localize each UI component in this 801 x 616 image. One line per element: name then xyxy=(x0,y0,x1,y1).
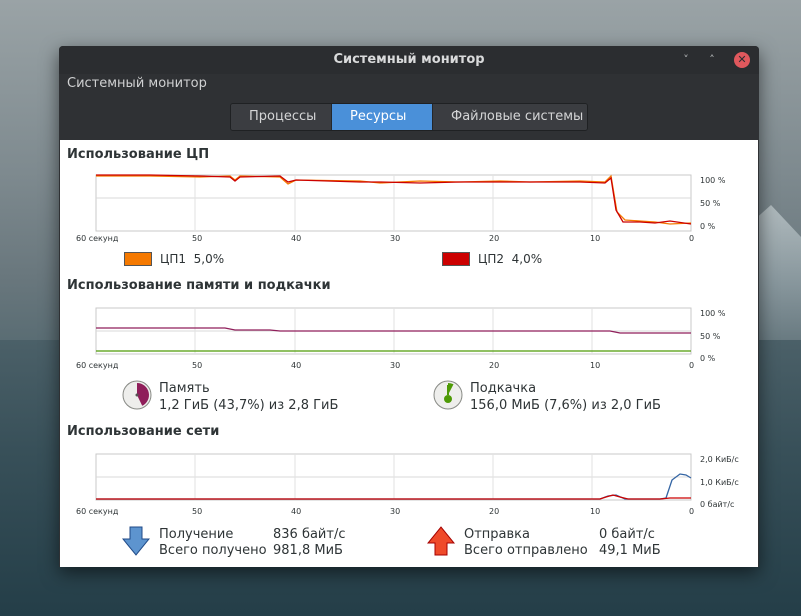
cpu2-legend[interactable]: ЦП2 4,0% xyxy=(442,252,542,266)
send-label: Отправка xyxy=(464,527,531,542)
minimize-icon[interactable]: ˅ xyxy=(678,52,694,68)
mem-x-tick-4: 20 xyxy=(489,361,499,370)
net-x-tick-5: 10 xyxy=(590,507,600,516)
network-section-title: Использование сети xyxy=(67,424,220,439)
tab-file-systems[interactable]: Файловые системы xyxy=(433,104,587,130)
resources-panel: Использование ЦП 60 секунд 50 40 30 20 1… xyxy=(60,140,758,567)
cpu2-color-swatch[interactable] xyxy=(442,252,470,266)
memory-info: Память 1,2 ГиБ (43,7%) из 2,8 ГиБ xyxy=(159,380,338,414)
send-rate: 0 байт/с xyxy=(599,527,655,542)
net-x-tick-6: 0 xyxy=(689,507,694,516)
receive-total-label: Всего получено xyxy=(159,543,267,558)
cpu1-value: 5,0% xyxy=(193,252,225,266)
network-graph: 60 секунд 50 40 30 20 10 0 2,0 КиБ/с 1,0… xyxy=(76,453,739,516)
cpu-graph: 60 секунд 50 40 30 20 10 0 100 % 50 % 0 … xyxy=(76,174,726,243)
cpu-y-tick-0: 0 % xyxy=(700,222,716,231)
memory-section-title: Использование памяти и подкачки xyxy=(67,278,331,293)
cpu-x-tick-4: 20 xyxy=(489,234,499,243)
net-y-tick-2kib: 2,0 КиБ/с xyxy=(700,455,739,464)
swap-info: Подкачка 156,0 МиБ (7,6%) из 2,0 ГиБ xyxy=(470,380,661,414)
view-tabs: Процессы Ресурсы Файловые системы xyxy=(230,103,588,131)
send-info: Отправка Всего отправлено xyxy=(464,527,588,559)
memory-pie-icon[interactable] xyxy=(122,380,152,410)
cpu-x-tick-1: 50 xyxy=(192,234,202,243)
send-arrow-up-icon[interactable] xyxy=(427,526,455,556)
mem-y-tick-0: 0 % xyxy=(700,354,716,363)
cpu-x-tick-6: 0 xyxy=(689,234,694,243)
system-monitor-window: Системный монитор ˅ ˄ ✕ Системный монито… xyxy=(59,46,759,567)
mem-x-tick-0: 60 секунд xyxy=(76,361,119,370)
mem-y-tick-50: 50 % xyxy=(700,332,721,341)
net-x-tick-1: 50 xyxy=(192,507,202,516)
mem-x-tick-2: 40 xyxy=(291,361,301,370)
close-icon[interactable]: ✕ xyxy=(734,52,750,68)
net-y-tick-0: 0 байт/с xyxy=(700,500,734,509)
tab-resources[interactable]: Ресурсы xyxy=(332,104,433,130)
send-total-label: Всего отправлено xyxy=(464,543,588,558)
swap-label: Подкачка xyxy=(470,381,537,396)
swap-pie-icon[interactable] xyxy=(433,380,463,410)
maximize-icon[interactable]: ˄ xyxy=(704,52,720,68)
mem-x-tick-6: 0 xyxy=(689,361,694,370)
graphs-canvas: 60 секунд 50 40 30 20 10 0 100 % 50 % 0 … xyxy=(76,174,739,516)
app-subtitle: Системный монитор xyxy=(67,76,207,91)
net-x-tick-2: 40 xyxy=(291,507,301,516)
cpu-x-tick-3: 30 xyxy=(390,234,400,243)
cpu-x-tick-2: 40 xyxy=(291,234,301,243)
memory-graph: 60 секунд 50 40 30 20 10 0 100 % 50 % 0 … xyxy=(76,307,726,370)
cpu2-value: 4,0% xyxy=(511,252,543,266)
receive-values: 836 байт/с 981,8 МиБ xyxy=(273,527,345,559)
cpu1-legend[interactable]: ЦП1 5,0% xyxy=(124,252,224,266)
window-title: Системный монитор xyxy=(333,52,485,67)
net-y-tick-1kib: 1,0 КиБ/с xyxy=(700,478,739,487)
mem-x-tick-5: 10 xyxy=(590,361,600,370)
cpu1-label: ЦП1 xyxy=(160,252,186,266)
swap-value: 156,0 МиБ (7,6%) из 2,0 ГиБ xyxy=(470,398,661,413)
mem-x-tick-3: 30 xyxy=(390,361,400,370)
net-x-tick-3: 30 xyxy=(390,507,400,516)
mem-x-tick-1: 50 xyxy=(192,361,202,370)
cpu-x-tick-5: 10 xyxy=(590,234,600,243)
cpu-y-tick-100: 100 % xyxy=(700,176,726,185)
desktop-background: Системный монитор ˅ ˄ ✕ Системный монито… xyxy=(0,0,801,616)
receive-info: Получение Всего получено xyxy=(159,527,267,559)
mem-y-tick-100: 100 % xyxy=(700,309,726,318)
memory-value: 1,2 ГиБ (43,7%) из 2,8 ГиБ xyxy=(159,398,339,413)
receive-total: 981,8 МиБ xyxy=(273,543,343,558)
memory-label: Память xyxy=(159,381,210,396)
cpu1-color-swatch[interactable] xyxy=(124,252,152,266)
receive-rate: 836 байт/с xyxy=(273,527,346,542)
cpu-y-tick-50: 50 % xyxy=(700,199,721,208)
cpu-x-tick-0: 60 секунд xyxy=(76,234,119,243)
send-values: 0 байт/с 49,1 МиБ xyxy=(599,527,661,559)
titlebar[interactable]: Системный монитор ˅ ˄ ✕ xyxy=(59,46,759,74)
receive-label: Получение xyxy=(159,527,234,542)
net-x-tick-4: 20 xyxy=(489,507,499,516)
cpu2-label: ЦП2 xyxy=(478,252,504,266)
net-x-tick-0: 60 секунд xyxy=(76,507,119,516)
send-total: 49,1 МиБ xyxy=(599,543,661,558)
tab-processes[interactable]: Процессы xyxy=(231,104,332,130)
receive-arrow-down-icon[interactable] xyxy=(122,526,150,556)
